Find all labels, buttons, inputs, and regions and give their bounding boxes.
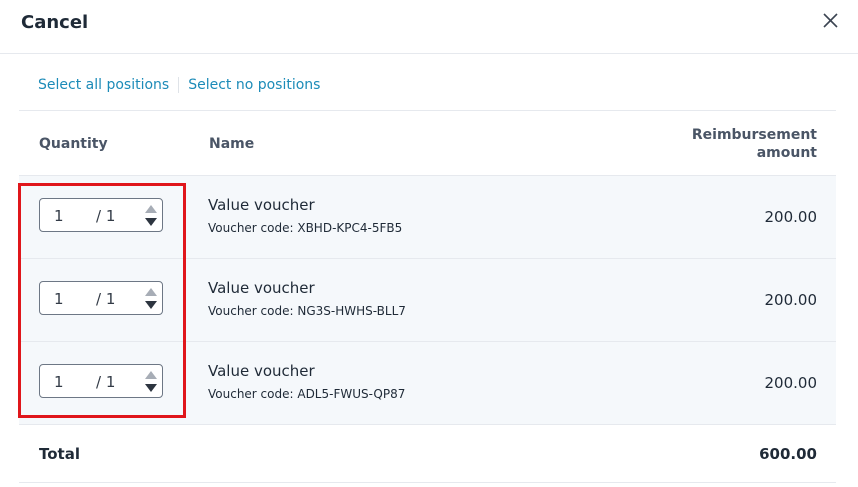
reimbursement-amount: 200.00 xyxy=(764,208,818,226)
column-header-reimbursement-line1: Reimbursement xyxy=(691,127,817,143)
dialog-title: Cancel xyxy=(21,12,89,33)
divider xyxy=(19,482,836,483)
selection-links: Select all positions Select no positions xyxy=(38,74,320,96)
column-header-reimbursement: Reimbursement amount xyxy=(692,126,817,162)
select-none-link[interactable]: Select no positions xyxy=(188,77,320,93)
item-name: Value voucher xyxy=(208,362,315,380)
close-icon xyxy=(823,13,838,28)
column-header-name: Name xyxy=(209,136,255,152)
dialog-header: Cancel xyxy=(0,0,858,54)
voucher-code: Voucher code: NG3S-HWHS-BLL7 xyxy=(208,304,406,318)
voucher-code: Voucher code: ADL5-FWUS-QP87 xyxy=(208,387,406,401)
close-button[interactable] xyxy=(820,10,842,32)
item-name: Value voucher xyxy=(208,279,315,297)
divider xyxy=(19,110,836,111)
voucher-code: Voucher code: XBHD-KPC4-5FB5 xyxy=(208,221,403,235)
total-value: 600.00 xyxy=(759,445,817,463)
select-all-link[interactable]: Select all positions xyxy=(38,77,169,93)
reimbursement-amount: 200.00 xyxy=(764,374,818,392)
column-header-reimbursement-line2: amount xyxy=(756,145,817,161)
item-name: Value voucher xyxy=(208,196,315,214)
total-label: Total xyxy=(39,445,80,463)
highlight-annotation xyxy=(18,183,186,418)
link-separator xyxy=(178,77,180,93)
reimbursement-amount: 200.00 xyxy=(764,291,818,309)
column-header-quantity: Quantity xyxy=(39,136,108,152)
